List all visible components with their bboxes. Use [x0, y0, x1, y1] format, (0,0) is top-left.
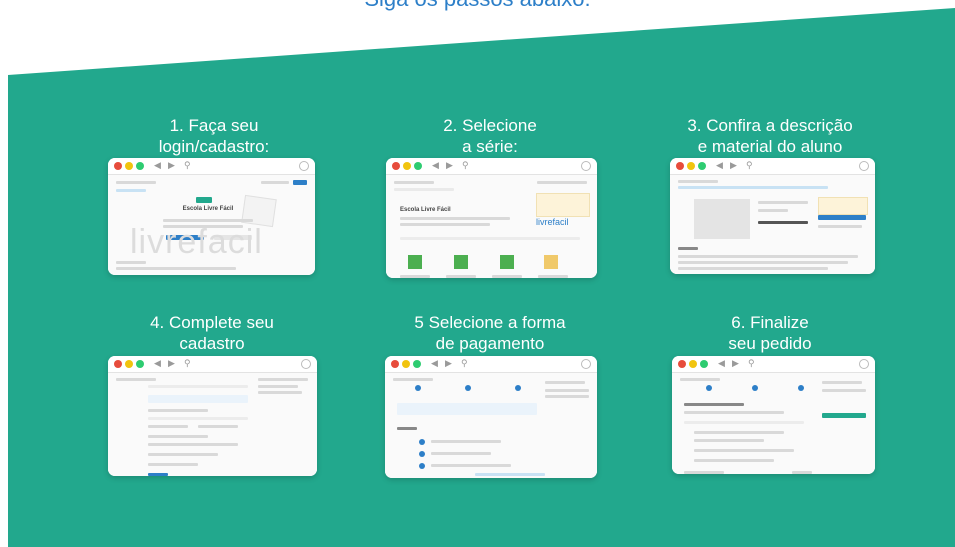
search-icon: ⚲ — [748, 358, 755, 368]
settings-icon — [299, 161, 309, 171]
forward-arrow-icon: ▶ — [730, 160, 737, 170]
step-1-title: 1. Faça seu login/cadastro: — [158, 116, 270, 156]
step-4-title: 4. Complete seu cadastro — [150, 313, 274, 353]
forward-arrow-icon: ▶ — [168, 358, 175, 368]
forward-arrow-icon: ▶ — [168, 160, 175, 170]
watermark-logo: livrefacil — [130, 223, 263, 261]
back-arrow-icon: ◀ — [154, 358, 161, 368]
step-3: 3. Confira a descrição e material do alu… — [650, 115, 890, 159]
step-4: 4. Complete seu cadastro — [92, 312, 332, 356]
minimize-dot-icon — [402, 360, 410, 368]
school-title: Escola Livre Fácil — [400, 207, 451, 213]
maximize-dot-icon — [136, 360, 144, 368]
step-1-screenshot: ◀ ▶ ⚲ Escola Livre Fácil livrefacil — [108, 158, 315, 275]
close-dot-icon — [114, 162, 122, 170]
maximize-dot-icon — [700, 360, 708, 368]
search-icon: ⚲ — [461, 358, 468, 368]
brand-logo: livrefacil — [536, 217, 569, 227]
window-titlebar: ◀ ▶ ⚲ — [670, 158, 875, 175]
maximize-dot-icon — [698, 162, 706, 170]
settings-icon — [301, 359, 311, 369]
search-icon: ⚲ — [746, 160, 753, 170]
window-titlebar: ◀ ▶ ⚲ — [385, 356, 597, 373]
school-title: Escola Livre Fácil — [182, 206, 234, 212]
forward-arrow-icon: ▶ — [446, 160, 453, 170]
back-arrow-icon: ◀ — [718, 358, 725, 368]
step-2-title: 2. Selecione a série: — [443, 116, 537, 156]
maximize-dot-icon — [136, 162, 144, 170]
step-4-screenshot: ◀ ▶ ⚲ — [108, 356, 317, 476]
step-6: 6. Finalize seu pedido — [650, 312, 890, 356]
settings-icon — [581, 359, 591, 369]
window-titlebar: ◀ ▶ ⚲ — [108, 158, 315, 175]
step-5: 5 Selecione a forma de pagamento — [370, 312, 610, 356]
page-title: Siga os passos abaixo: — [0, 0, 955, 12]
step-5-title: 5 Selecione a forma de pagamento — [414, 313, 566, 353]
window-titlebar: ◀ ▶ ⚲ — [672, 356, 875, 373]
settings-icon — [859, 161, 869, 171]
close-dot-icon — [391, 360, 399, 368]
forward-arrow-icon: ▶ — [732, 358, 739, 368]
maximize-dot-icon — [413, 360, 421, 368]
search-icon: ⚲ — [462, 160, 469, 170]
back-arrow-icon: ◀ — [716, 160, 723, 170]
close-dot-icon — [676, 162, 684, 170]
step-2-screenshot: ◀ ▶ ⚲ Escola Livre Fácil livrefacil — [386, 158, 597, 278]
minimize-dot-icon — [125, 360, 133, 368]
step-5-screenshot: ◀ ▶ ⚲ — [385, 356, 597, 478]
minimize-dot-icon — [403, 162, 411, 170]
search-icon: ⚲ — [184, 160, 191, 170]
step-3-screenshot: ◀ ▶ ⚲ — [670, 158, 875, 274]
close-dot-icon — [392, 162, 400, 170]
step-1: 1. Faça seu login/cadastro: — [94, 115, 334, 159]
close-dot-icon — [114, 360, 122, 368]
forward-arrow-icon: ▶ — [445, 358, 452, 368]
settings-icon — [859, 359, 869, 369]
settings-icon — [581, 161, 591, 171]
step-2: 2. Selecione a série: — [370, 115, 610, 159]
close-dot-icon — [678, 360, 686, 368]
minimize-dot-icon — [125, 162, 133, 170]
back-arrow-icon: ◀ — [431, 358, 438, 368]
window-titlebar: ◀ ▶ ⚲ — [386, 158, 597, 175]
minimize-dot-icon — [687, 162, 695, 170]
window-titlebar: ◀ ▶ ⚲ — [108, 356, 317, 373]
minimize-dot-icon — [689, 360, 697, 368]
search-icon: ⚲ — [184, 358, 191, 368]
step-3-title: 3. Confira a descrição e material do alu… — [687, 116, 853, 156]
step-6-screenshot: ◀ ▶ ⚲ — [672, 356, 875, 474]
maximize-dot-icon — [414, 162, 422, 170]
back-arrow-icon: ◀ — [154, 160, 161, 170]
step-6-title: 6. Finalize seu pedido — [728, 313, 812, 353]
back-arrow-icon: ◀ — [432, 160, 439, 170]
